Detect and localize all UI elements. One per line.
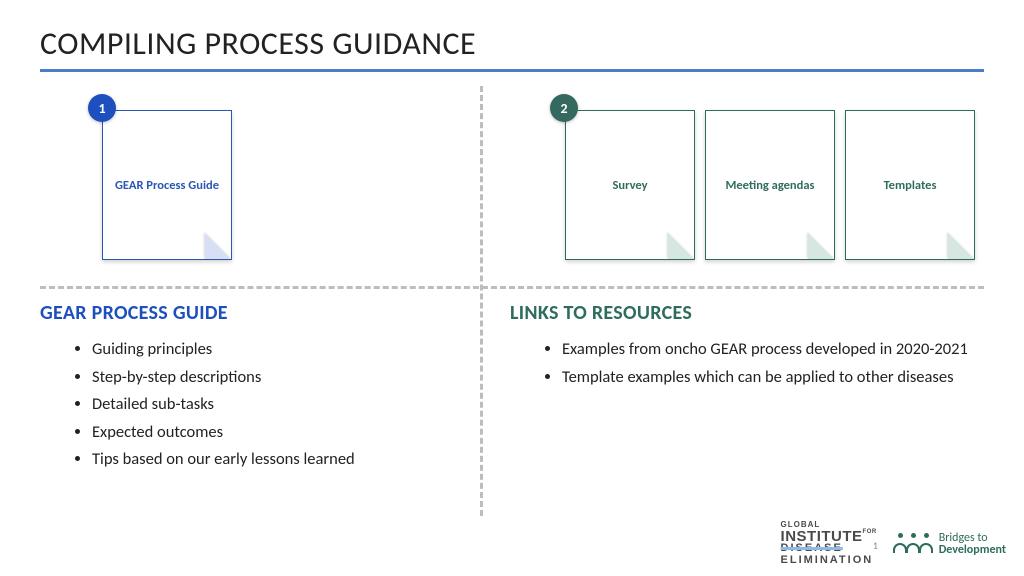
doc-label: GEAR Process Guide: [115, 178, 219, 193]
horizontal-divider: [40, 286, 984, 289]
step-badge-1: 1: [88, 94, 116, 122]
quadrant-top-left: 1 GEAR Process Guide: [60, 96, 460, 276]
bridges-text: Bridges to Development: [939, 532, 1006, 556]
page-curl-icon: [205, 233, 231, 259]
content-grid: 1 GEAR Process Guide 2 Survey Meeting ag…: [40, 86, 984, 516]
gear-bullet-list: Guiding principles Step-by-step descript…: [92, 337, 470, 473]
gide-disease-strike: DISEASE: [781, 543, 843, 554]
doc-label: Meeting agendas: [725, 178, 814, 193]
doc-row: Survey Meeting agendas Templates: [565, 110, 990, 260]
section-heading-gear: GEAR PROCESS GUIDE: [40, 301, 470, 325]
gide-line-4: ELIMINATION: [781, 555, 877, 566]
slide: COMPILING PROCESS GUIDANCE 1 GEAR Proces…: [0, 0, 1024, 576]
list-item: Expected outcomes: [92, 420, 470, 446]
gide-for: FOR: [863, 529, 877, 535]
list-item: Step-by-step descriptions: [92, 365, 470, 391]
page-curl-icon: [668, 233, 694, 259]
bridges-line-1: Bridges to: [939, 532, 1006, 544]
quadrant-bottom-left: GEAR PROCESS GUIDE Guiding principles St…: [40, 301, 470, 475]
links-bullet-list: Examples from oncho GEAR process develop…: [562, 337, 990, 390]
list-item: Tips based on our early lessons learned: [92, 447, 470, 473]
list-item: Detailed sub-tasks: [92, 392, 470, 418]
doc-meeting-agendas: Meeting agendas: [705, 110, 835, 260]
logo-bridges: Bridges to Development: [893, 532, 1006, 556]
doc-survey: Survey: [565, 110, 695, 260]
bridges-line-2: Development: [939, 544, 1006, 556]
step-badge-2: 2: [550, 94, 578, 122]
quadrant-top-right: 2 Survey Meeting agendas Templates: [510, 96, 990, 276]
section-heading-links: LINKS TO RESOURCES: [510, 301, 990, 325]
list-item: Guiding principles: [92, 337, 470, 363]
title-rule: [40, 69, 984, 72]
doc-label: Survey: [612, 178, 647, 193]
list-item: Examples from oncho GEAR process develop…: [562, 337, 990, 363]
footer-logos: GLOBAL INSTITUTEFOR DISEASE ELIMINATION …: [781, 521, 1006, 566]
doc-gear-process-guide: GEAR Process Guide: [102, 110, 232, 260]
list-item: Template examples which can be applied t…: [562, 365, 990, 391]
doc-templates: Templates: [845, 110, 975, 260]
logo-gide: GLOBAL INSTITUTEFOR DISEASE ELIMINATION: [781, 521, 877, 566]
slide-title: COMPILING PROCESS GUIDANCE: [40, 24, 984, 63]
page-curl-icon: [808, 233, 834, 259]
doc-label: Templates: [884, 178, 937, 193]
bridges-icon: [893, 533, 933, 555]
quadrant-bottom-right: LINKS TO RESOURCES Examples from oncho G…: [510, 301, 990, 392]
page-curl-icon: [948, 233, 974, 259]
vertical-divider: [480, 86, 483, 516]
